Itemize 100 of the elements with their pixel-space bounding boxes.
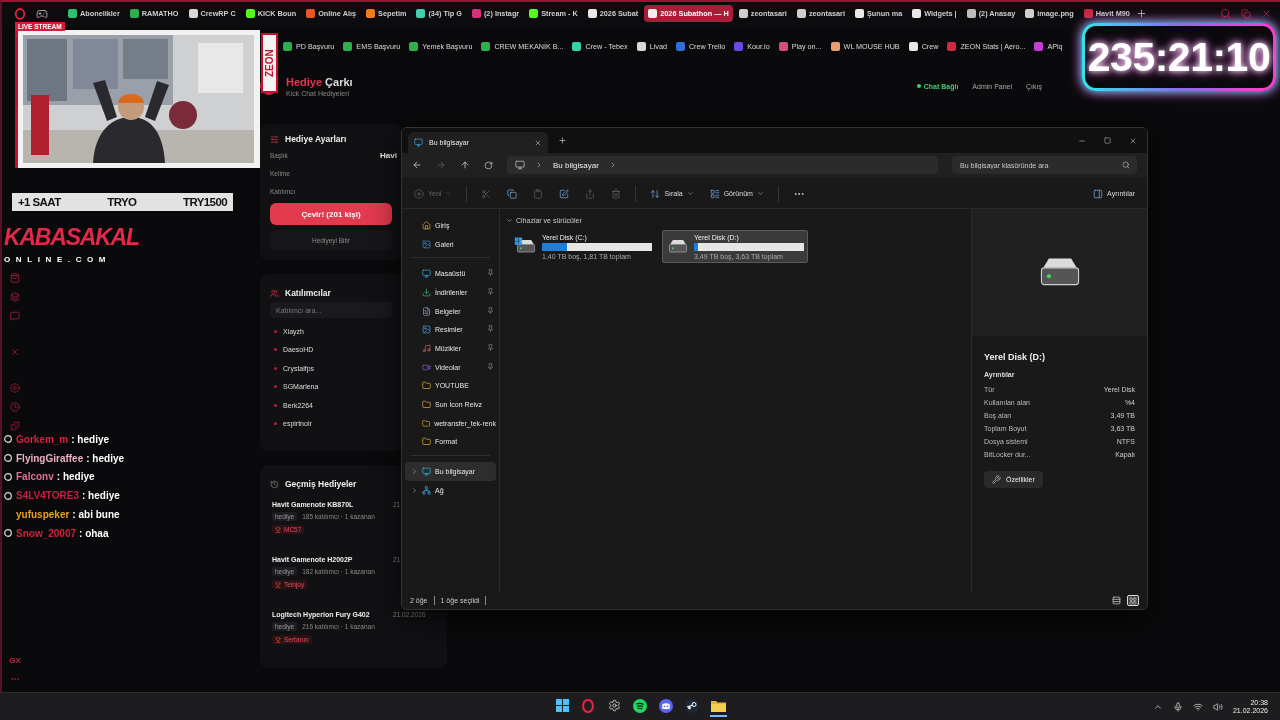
rows-icon [1111, 596, 1121, 605]
wrench-icon [992, 475, 1001, 484]
chat-message: : abi bune [72, 509, 120, 521]
monitor-icon [515, 160, 525, 170]
search-icon[interactable] [1220, 8, 1231, 19]
caret-icon [756, 190, 764, 197]
rename-button[interactable] [557, 186, 572, 201]
panel-icon [1093, 188, 1104, 199]
chat-username: S4LV4TORE3 [16, 490, 79, 502]
brand-label: ZEON [261, 33, 278, 93]
trophy-icon [275, 526, 281, 533]
close-tab-icon[interactable] [534, 138, 542, 147]
card-title: Geçmiş Hediyeler [285, 479, 357, 489]
breadcrumb[interactable]: Bu bilgisayar [553, 160, 599, 170]
timer-text: 235:21:10 [1087, 33, 1271, 81]
back-button[interactable] [412, 160, 422, 170]
card-title: Hediye Ayarları [285, 134, 347, 144]
bag-icon[interactable] [10, 273, 20, 283]
copy-icon [507, 188, 518, 199]
monitor-icon [422, 269, 431, 279]
gamepad-icon[interactable] [36, 8, 48, 20]
chat-username: Snow_20007 [16, 527, 77, 539]
picture-icon [422, 325, 431, 335]
folder-icon [422, 418, 431, 428]
up-button[interactable] [460, 160, 470, 170]
status-dot [916, 84, 921, 88]
tiles-view-button[interactable] [1127, 595, 1139, 606]
ring-icon[interactable] [14, 8, 26, 20]
microphone-icon[interactable] [1172, 701, 1183, 712]
folder-icon [422, 400, 431, 410]
clipboard-icon [533, 188, 544, 199]
search-icon [1122, 161, 1130, 169]
folder-icon [422, 437, 431, 447]
chat-username: Gorkem_m [16, 433, 69, 445]
list-icon [709, 188, 720, 199]
expand-icon [411, 468, 418, 476]
trophy-icon [275, 636, 281, 643]
banner-text: +1 SAAT [18, 196, 61, 208]
bullet-dot [274, 348, 277, 352]
copy-button[interactable] [505, 186, 520, 201]
picture-icon [422, 239, 431, 249]
chat-message: : hediye [56, 471, 95, 483]
close-icon[interactable] [1129, 136, 1137, 145]
restore-icon[interactable] [1241, 8, 1251, 19]
address-bar[interactable]: Bu bilgisayar [507, 156, 938, 174]
ring-icon [581, 698, 595, 713]
chat-username: FlyingGiraffee [16, 452, 84, 464]
bullet-dot [274, 422, 277, 426]
home-icon [422, 220, 431, 230]
bullet-dot [274, 403, 277, 407]
folder-icon [710, 699, 726, 712]
maximize-icon[interactable] [1104, 136, 1111, 144]
details-title: Yerel Disk (D:) [984, 352, 1047, 362]
scissors-icon [481, 188, 492, 199]
page-title: Çarkı [325, 75, 353, 88]
sort-icon [650, 188, 661, 199]
grid-icon [1129, 596, 1137, 605]
pin-icon [487, 362, 494, 370]
card-title: Katılımcılar [285, 288, 331, 298]
banner-text: TRYO [107, 196, 137, 208]
monitor-icon [414, 138, 423, 147]
spin-button[interactable]: Çevir! (201 kişi) [270, 203, 392, 225]
document-icon [422, 306, 431, 316]
chat-message: : hediye [86, 452, 125, 464]
history-icon [270, 479, 279, 489]
logo-subtitle: ONLINE.COM [4, 255, 112, 264]
bullet-dot [274, 329, 277, 333]
gamepad-icon [659, 698, 673, 713]
chat-username: yufuspeker [16, 509, 70, 521]
bullet-dot [274, 366, 277, 370]
volume-icon[interactable] [1212, 701, 1223, 712]
sliders-icon [270, 134, 279, 144]
details-view-button[interactable] [1110, 595, 1122, 606]
trash-icon [611, 188, 622, 199]
music-icon [422, 343, 431, 353]
close-icon[interactable] [1261, 8, 1272, 19]
folder-icon [422, 381, 431, 391]
chat-username: Falconv [16, 471, 54, 483]
chat-message: : hediye [82, 490, 120, 502]
users-icon [270, 288, 279, 298]
chat-message: : hediye [71, 433, 110, 445]
plus-circle-icon [414, 188, 424, 199]
start-icon [555, 699, 569, 712]
refresh-button[interactable] [484, 160, 493, 170]
pin-icon [487, 344, 494, 352]
pencil-icon [559, 188, 570, 199]
trophy-icon [275, 581, 281, 588]
pin-icon [487, 269, 494, 277]
chat-message: : ohaa [79, 527, 109, 539]
new-tab-button[interactable] [558, 136, 567, 145]
expand-icon [411, 486, 418, 494]
video-icon [422, 362, 431, 372]
pin-icon [487, 288, 494, 296]
chevron-icon [535, 161, 543, 169]
wifi-icon[interactable] [1192, 701, 1203, 712]
logo-title: KABASAKAL [4, 224, 139, 251]
field-value: Havi [380, 151, 397, 160]
new-tab-button[interactable] [1135, 8, 1147, 19]
page-title-highlight: Hediye [286, 75, 323, 88]
pin-icon [487, 306, 494, 314]
